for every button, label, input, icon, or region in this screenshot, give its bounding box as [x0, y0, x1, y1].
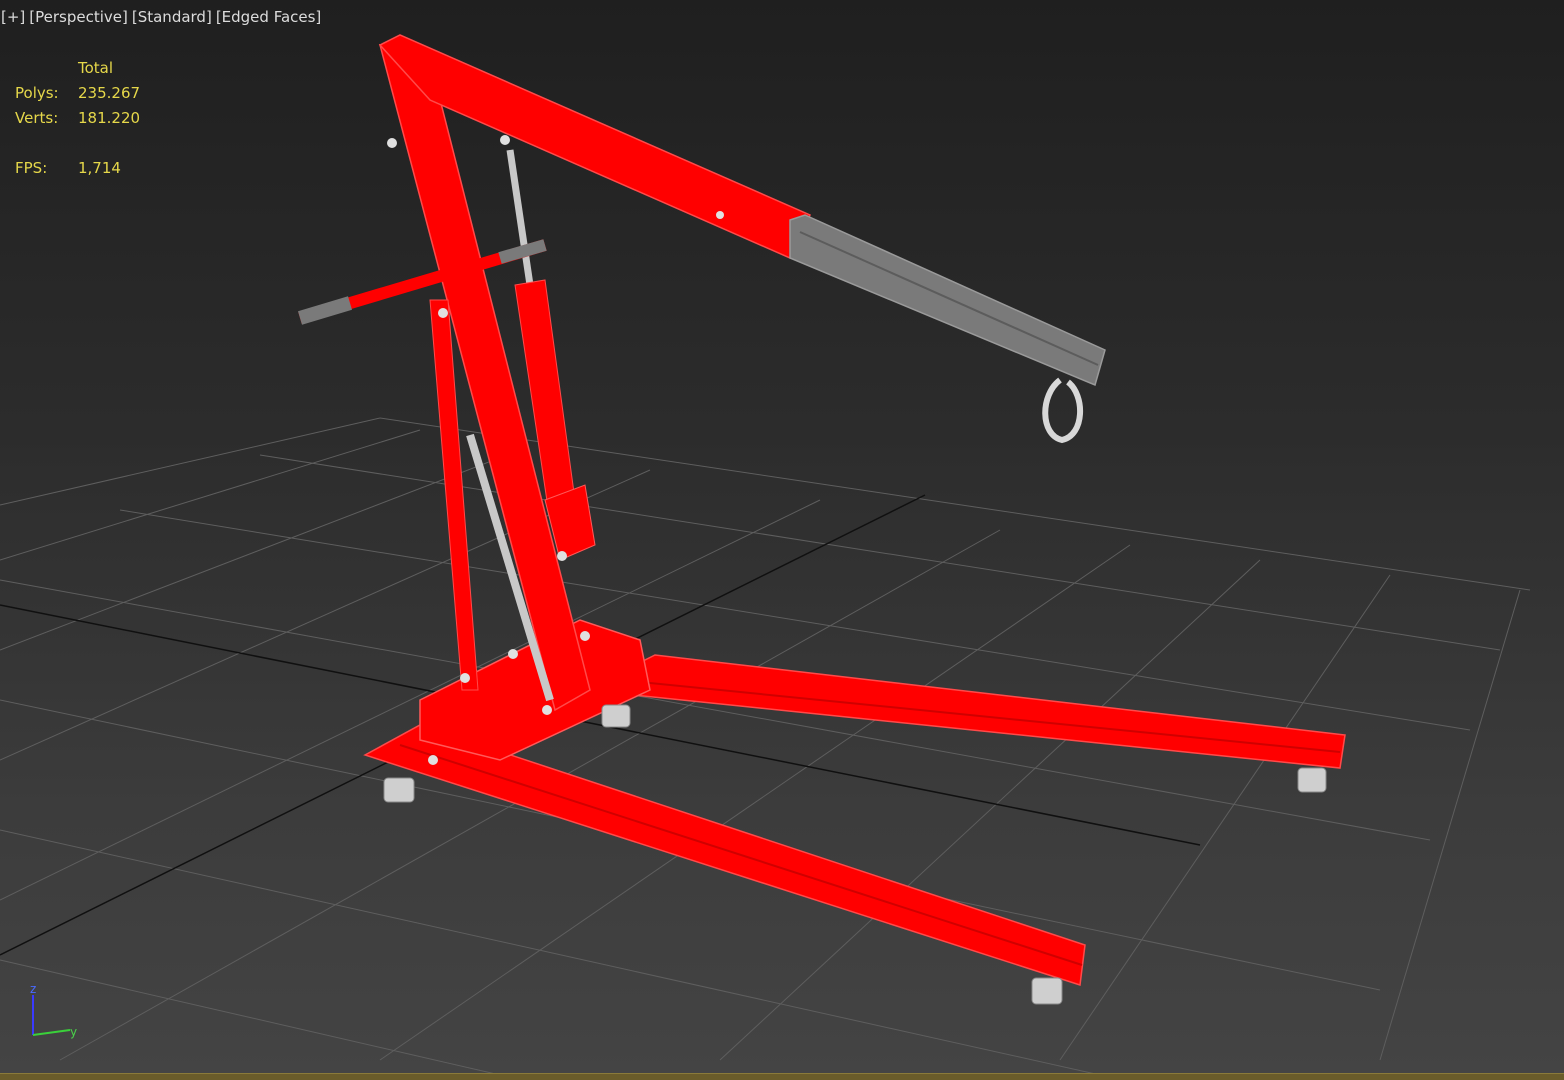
3d-viewport[interactable]: [+] [Perspective] [Standard] [Edged Face… [0, 0, 1564, 1080]
axis-gizmo: z y [30, 982, 77, 1039]
axis-y-label: y [70, 1025, 77, 1039]
scene-canvas[interactable]: z y [0, 0, 1564, 1080]
boom-extension [789, 214, 1106, 387]
axis-z-label: z [30, 982, 36, 996]
viewport-active-border [0, 1073, 1564, 1080]
pump-handle [297, 239, 547, 325]
engine-hoist-model[interactable] [297, 34, 1346, 1005]
leg-front [363, 724, 1086, 986]
leg-right [582, 654, 1346, 769]
lifting-hook [1042, 377, 1083, 444]
